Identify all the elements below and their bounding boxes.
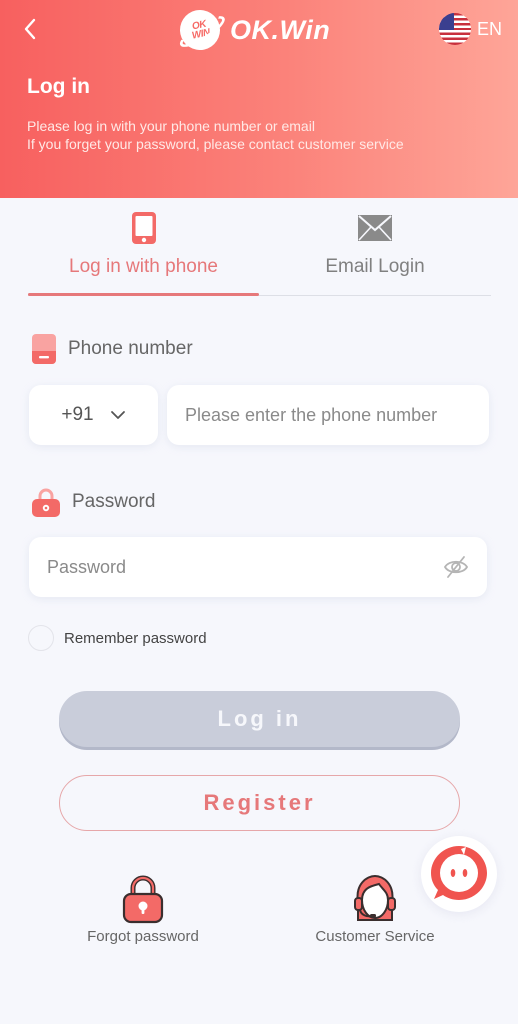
page-description: Please log in with your phone number or … (27, 117, 404, 153)
password-input[interactable] (47, 556, 487, 578)
password-label-text: Password (72, 491, 156, 512)
password-field-label: Password (32, 487, 155, 517)
eye-off-icon (443, 556, 469, 578)
toggle-password-visibility[interactable] (443, 554, 469, 580)
smartphone-icon (131, 212, 156, 244)
country-code-select[interactable]: +91 (29, 385, 158, 445)
padlock-icon (122, 875, 164, 924)
headset-agent-icon (354, 874, 396, 921)
us-flag-icon (438, 13, 471, 45)
chevron-down-icon (110, 411, 125, 419)
phone-number-input[interactable] (185, 404, 489, 426)
password-field[interactable] (29, 537, 487, 597)
tab-phone-login[interactable]: Log in with phone (28, 200, 259, 296)
login-button[interactable]: Log in (59, 691, 460, 747)
chat-float-button[interactable] (421, 836, 497, 912)
phone-number-field[interactable] (167, 385, 489, 445)
register-button[interactable]: Register (59, 775, 460, 831)
logo-text: OK.Win (230, 14, 331, 45)
description-line-2: If you forget your password, please cont… (27, 136, 404, 152)
remember-password-label: Remember password (64, 629, 207, 647)
chat-bubble-icon (431, 846, 487, 900)
back-button[interactable] (18, 14, 42, 44)
header: OK WIN OK.Win EN Log in Please log in wit… (0, 0, 518, 198)
country-code-value: +91 (61, 404, 94, 425)
remember-password-checkbox[interactable] (28, 625, 54, 651)
tab-phone-label: Log in with phone (69, 256, 218, 277)
phone-field-label: Phone number (32, 334, 193, 364)
chevron-left-icon (24, 18, 36, 40)
tab-email-login[interactable]: Email Login (259, 200, 491, 295)
envelope-icon (358, 215, 392, 241)
remember-password[interactable]: Remember password (28, 625, 207, 651)
tab-email-label: Email Login (325, 256, 425, 277)
customer-service-label: Customer Service (315, 928, 435, 945)
logo: OK WIN OK.Win (176, 6, 331, 54)
login-method-tabs: Log in with phone Email Login (28, 200, 491, 296)
phone-label-text: Phone number (68, 338, 193, 359)
description-line-1: Please log in with your phone number or … (27, 118, 315, 134)
page-title: Log in (27, 75, 90, 98)
logo-badge: OK WIN (176, 6, 229, 54)
forgot-password-label: Forgot password (87, 928, 199, 945)
language-selector[interactable]: EN (438, 13, 502, 45)
logo-ring-icon (176, 10, 229, 53)
phone-card-icon (32, 334, 56, 364)
language-label: EN (476, 18, 502, 39)
lock-icon (32, 488, 60, 517)
forgot-password-link[interactable]: Forgot password (70, 870, 216, 945)
